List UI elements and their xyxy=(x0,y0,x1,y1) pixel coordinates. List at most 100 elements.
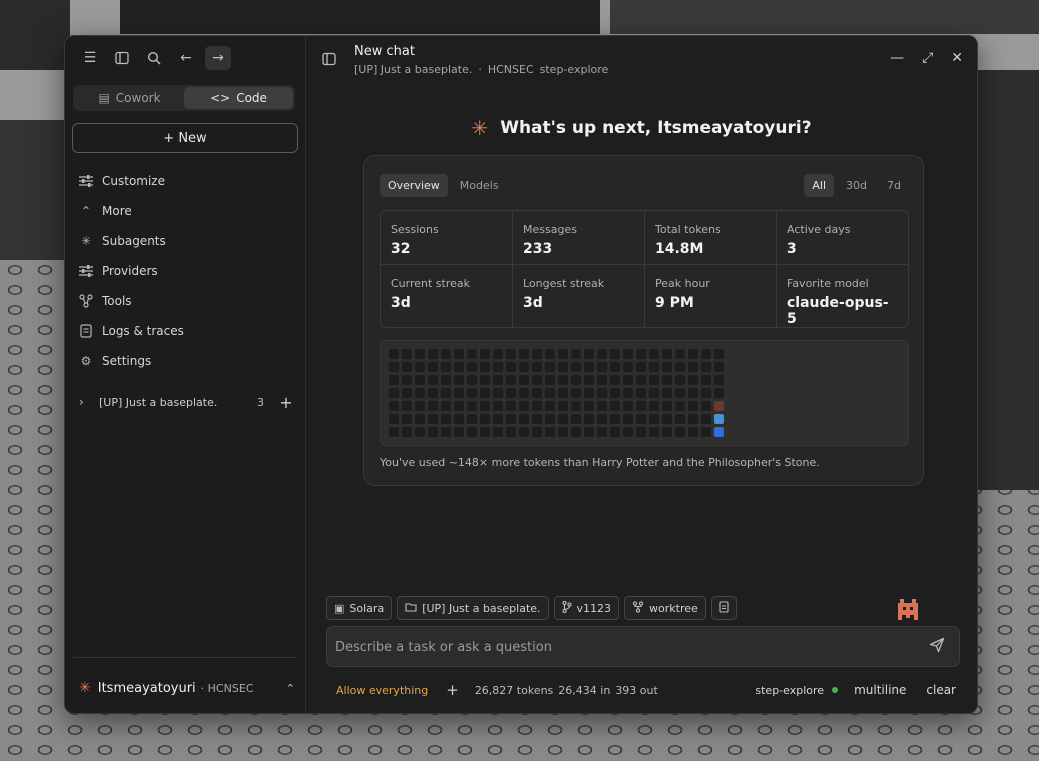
add-icon[interactable]: + xyxy=(446,681,459,699)
model-selector[interactable]: step-explore xyxy=(755,684,824,697)
heatmap-cell xyxy=(558,427,568,437)
clear-button[interactable]: clear xyxy=(926,683,956,697)
back-arrow-icon[interactable]: ← xyxy=(173,46,199,70)
tokens-in: 26,434 in xyxy=(558,683,611,697)
heatmap-cell xyxy=(662,414,672,424)
new-chat-button[interactable]: + New xyxy=(72,123,298,153)
heatmap-cell xyxy=(636,388,646,398)
sliders-icon xyxy=(79,264,93,278)
menu-icon[interactable]: ☰ xyxy=(77,46,103,70)
stat-label: Messages xyxy=(523,223,577,236)
heatmap-cell xyxy=(389,349,399,359)
range-all[interactable]: All xyxy=(804,174,835,197)
heatmap-cell xyxy=(688,375,698,385)
expand-icon[interactable]: ⤢ xyxy=(922,50,933,66)
sidebar-item-label: Settings xyxy=(102,354,152,368)
project-item[interactable]: › [UP] Just a baseplate. 3 + xyxy=(79,390,295,414)
heatmap-cell xyxy=(636,401,646,411)
add-chat-icon[interactable]: + xyxy=(277,393,295,412)
permission-mode[interactable]: Allow everything xyxy=(336,684,428,697)
heatmap-cell xyxy=(402,414,412,424)
forward-arrow-icon[interactable]: → xyxy=(205,46,231,70)
mode-tab-cowork[interactable]: ▤ Cowork xyxy=(75,87,184,109)
heatmap-cell xyxy=(688,362,698,372)
heatmap-cell xyxy=(467,414,477,424)
heatmap-cell xyxy=(714,427,724,437)
heatmap-cell xyxy=(597,401,607,411)
search-icon[interactable] xyxy=(141,46,167,70)
heatmap-cell xyxy=(597,388,607,398)
heatmap-cell xyxy=(506,362,516,372)
heatmap-cell xyxy=(389,414,399,424)
heatmap-cell xyxy=(545,375,555,385)
mode-tab-label: Code xyxy=(236,91,267,105)
stat-total-tokens: Total tokens 14.8M xyxy=(645,211,776,264)
heatmap-cell xyxy=(480,401,490,411)
sidebar-item-more[interactable]: ⌃ More xyxy=(79,196,295,226)
chevron-up-icon[interactable]: ⌃ xyxy=(286,682,295,695)
main-panel: New chat [UP] Just a baseplate. · HCNSEC… xyxy=(306,36,977,713)
chat-org: HCNSEC xyxy=(487,63,534,76)
tokens-out: 393 out xyxy=(615,683,658,697)
send-icon[interactable] xyxy=(929,637,945,657)
heatmap-cell xyxy=(584,362,594,372)
heatmap-cell xyxy=(636,414,646,424)
heatmap-cell xyxy=(558,414,568,424)
heatmap-cell xyxy=(662,349,672,359)
asterisk-logo-icon: ✳ xyxy=(471,116,489,140)
heatmap-cell xyxy=(532,349,542,359)
heatmap-cell xyxy=(506,401,516,411)
sidebar-item-subagents[interactable]: ✳ Subagents xyxy=(79,226,295,256)
heatmap-cell xyxy=(584,375,594,385)
chip-worktree[interactable]: worktree xyxy=(624,596,706,620)
sidebar-toggle-icon[interactable] xyxy=(109,46,135,70)
stat-value: 233 xyxy=(523,241,553,257)
heatmap-cell xyxy=(701,388,711,398)
heatmap-cell xyxy=(480,388,490,398)
heatmap-cell xyxy=(636,375,646,385)
heatmap-cell xyxy=(415,414,425,424)
tab-models[interactable]: Models xyxy=(452,174,507,197)
panel-toggle-icon[interactable] xyxy=(322,52,336,70)
heatmap-cell xyxy=(675,375,685,385)
prompt-input[interactable] xyxy=(335,635,915,659)
chip-attach-document[interactable] xyxy=(710,596,737,620)
heatmap-cell xyxy=(506,349,516,359)
heatmap-cell xyxy=(428,388,438,398)
stat-favorite-model: Favorite model claude-opus-5 xyxy=(777,265,908,327)
user-org: · HCNSEC xyxy=(200,681,254,695)
heatmap-cell xyxy=(584,349,594,359)
sidebar-item-logs[interactable]: Logs & traces xyxy=(79,316,295,346)
heatmap-cell xyxy=(701,414,711,424)
tab-overview[interactable]: Overview xyxy=(380,174,448,197)
heatmap-cell xyxy=(571,375,581,385)
sidebar-item-customize[interactable]: Customize xyxy=(79,166,295,196)
worktree-icon xyxy=(632,600,644,616)
minimize-icon[interactable]: — xyxy=(890,50,904,66)
sidebar-item-tools[interactable]: Tools xyxy=(79,286,295,316)
stat-longest-streak: Longest streak 3d xyxy=(513,265,644,327)
chevron-right-icon[interactable]: › xyxy=(79,395,97,409)
range-7d[interactable]: 7d xyxy=(879,174,909,197)
user-menu[interactable]: ✳ Itsmeayatoyuri · HCNSEC ⌃ xyxy=(79,677,295,699)
folder-icon xyxy=(405,602,417,615)
chip-project[interactable]: [UP] Just a baseplate. xyxy=(397,596,549,620)
heatmap-cell xyxy=(467,349,477,359)
close-icon[interactable]: ✕ xyxy=(951,50,963,66)
chip-branch[interactable]: v1123 xyxy=(553,596,620,620)
heatmap-cell xyxy=(441,388,451,398)
chip-solara[interactable]: ▣ Solara xyxy=(326,596,393,620)
sidebar-item-providers[interactable]: Providers xyxy=(79,256,295,286)
sidebar-item-settings[interactable]: ⚙ Settings xyxy=(79,346,295,376)
heatmap-cell xyxy=(636,362,646,372)
heatmap-cell xyxy=(610,414,620,424)
heatmap-cell xyxy=(519,427,529,437)
heatmap-cell xyxy=(519,401,529,411)
heatmap-cell xyxy=(519,388,529,398)
range-30d[interactable]: 30d xyxy=(838,174,875,197)
heatmap-cell xyxy=(532,375,542,385)
heatmap-cell xyxy=(415,349,425,359)
mode-tab-code[interactable]: <> Code xyxy=(184,87,293,109)
stat-value: 14.8M xyxy=(655,241,704,257)
multiline-toggle[interactable]: multiline xyxy=(854,683,906,697)
